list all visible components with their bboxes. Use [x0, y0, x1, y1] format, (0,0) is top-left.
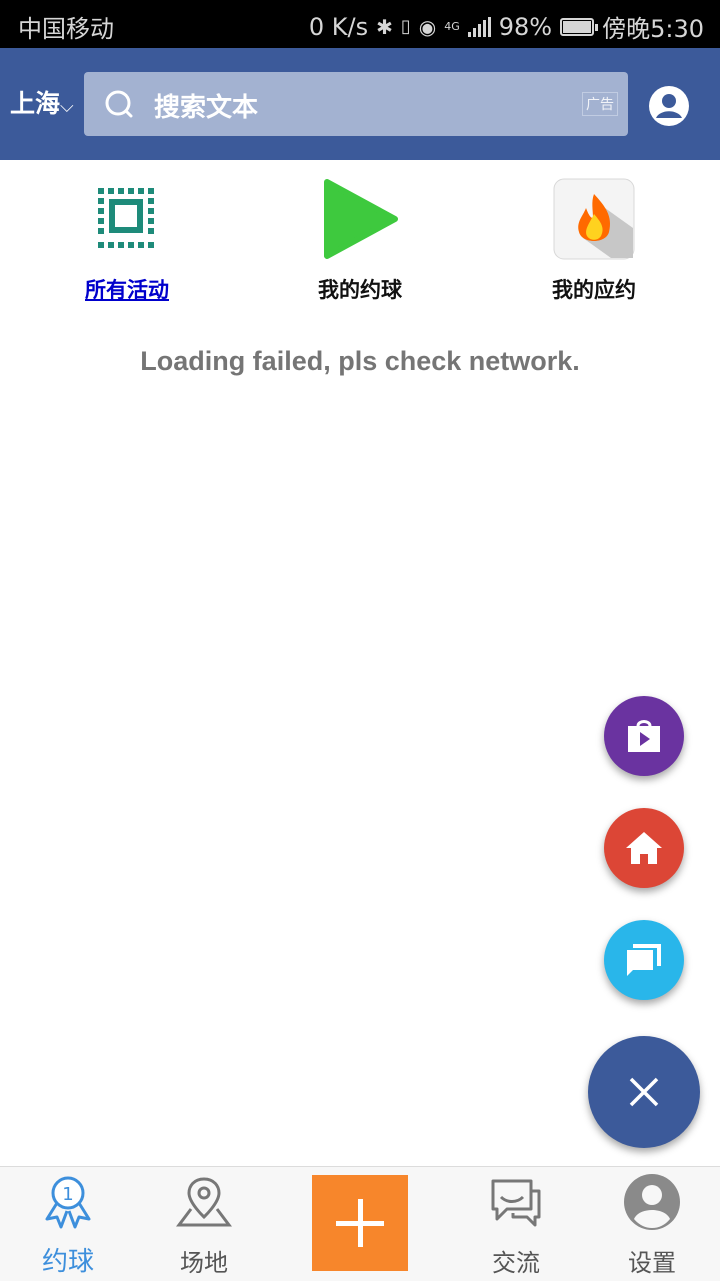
flame-icon [553, 178, 635, 260]
search-icon [105, 90, 133, 118]
all-activities-icon [98, 188, 154, 248]
play-icon [324, 179, 398, 259]
app-header: 上海⌵ 搜索文本 广告 [0, 48, 720, 160]
quick-link-my-games[interactable]: 我的约球 [280, 178, 440, 304]
loading-error-message: Loading failed, pls check network. [140, 346, 580, 376]
location-pin-icon [176, 1177, 232, 1227]
tab-community[interactable]: 交流 [456, 1167, 576, 1281]
home-fab[interactable] [604, 808, 684, 888]
quick-link-label: 我的应约 [552, 278, 636, 302]
home-icon [626, 832, 662, 864]
tab-label: 场地 [180, 1249, 228, 1277]
ad-badge: 广告 [582, 92, 618, 116]
tab-settings[interactable]: 设置 [592, 1167, 712, 1281]
quick-link-label[interactable]: 所有活动 [47, 274, 207, 304]
clock: 傍晚5:30 [602, 15, 704, 43]
close-fab[interactable] [588, 1036, 700, 1148]
quick-link-all-activities[interactable]: 所有活动 [47, 178, 207, 304]
bottom-nav: 1 约球 场地 交流 设置 [0, 1166, 720, 1281]
create-plus-button[interactable] [312, 1175, 408, 1271]
tab-games[interactable]: 1 约球 [8, 1167, 128, 1281]
tab-label: 设置 [628, 1249, 676, 1277]
chat-icon [627, 944, 661, 976]
search-bar[interactable]: 搜索文本 广告 [84, 72, 628, 136]
user-icon [624, 1174, 680, 1230]
network-type: 4G [444, 20, 460, 33]
svg-text:1: 1 [62, 1184, 73, 1205]
eye-icon: ◉ [418, 14, 437, 39]
vibrate-icon: ▯ [400, 16, 411, 37]
close-icon [629, 1077, 659, 1107]
chat-bubbles-icon [491, 1179, 541, 1227]
quick-link-label: 我的约球 [318, 278, 402, 302]
bluetooth-icon: ✱ [376, 14, 393, 39]
store-fab[interactable] [604, 696, 684, 776]
city-selector[interactable]: 上海⌵ [10, 84, 74, 120]
search-placeholder: 搜索文本 [154, 93, 259, 123]
status-bar: 中国移动 0 K/s ✱ ▯ ◉ 4G 98% 傍晚5:30 [0, 0, 720, 48]
account-icon[interactable] [648, 85, 690, 127]
battery-icon [560, 17, 599, 36]
medal-icon: 1 [45, 1176, 91, 1229]
signal-icon [467, 16, 491, 37]
network-speed: 0 K/s [308, 12, 369, 41]
store-icon [628, 720, 660, 752]
chat-fab[interactable] [604, 920, 684, 1000]
battery-fill [563, 20, 591, 33]
tab-label: 约球 [41, 1247, 94, 1277]
quick-link-my-responses[interactable]: 我的应约 [514, 178, 674, 304]
tab-venues[interactable]: 场地 [144, 1167, 264, 1281]
chevron-down-icon: ⌵ [60, 96, 74, 117]
tab-label: 交流 [492, 1249, 540, 1277]
battery-percent: 98% [498, 12, 553, 41]
carrier-label: 中国移动 [18, 15, 114, 43]
city-label: 上海 [10, 89, 61, 118]
status-icons: 0 K/s ✱ ▯ ◉ 4G 98% 傍晚5:30 [309, 9, 704, 44]
